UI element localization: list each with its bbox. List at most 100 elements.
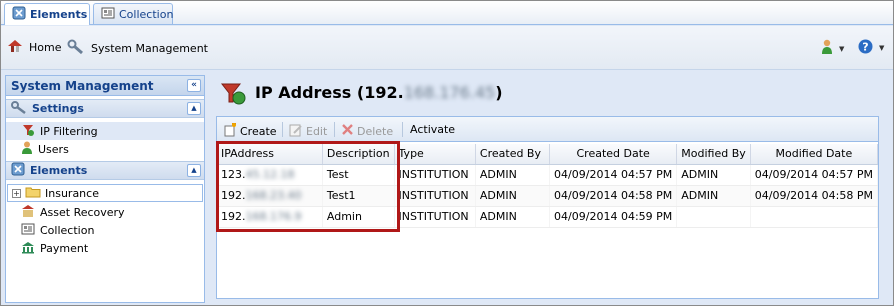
description-cell: Admin [322,206,395,228]
settings-section-title: Settings [32,102,84,115]
created-date-cell: 04/09/2014 04:59 PM [549,206,678,228]
tree-item-label: Payment [40,241,89,255]
payment-icon [21,240,35,257]
sidebar-item-users[interactable]: Users [6,140,204,158]
created-by-cell: ADMIN [475,206,551,228]
tab-elements-label: Elements [30,8,88,21]
tree-item-label: Collection [40,223,95,237]
svg-text:?: ? [862,41,868,54]
delete-label: Delete [357,124,394,138]
elements-icon [12,6,26,23]
home-label: Home [29,41,62,54]
sidebar-item-label: IP Filtering [40,124,98,138]
user-icon [21,141,33,158]
home-icon [7,39,23,56]
expand-icon[interactable]: + [12,188,21,198]
collapse-section-icon[interactable]: ▲ [187,164,201,177]
description-cell: Test [322,164,395,186]
delete-icon [341,123,354,139]
toolbar-separator [334,122,335,137]
edit-button[interactable]: Edit [289,123,327,140]
activate-button[interactable]: Activate [410,123,455,136]
table-row[interactable]: 192.168.23.40 Test1 INSTITUTION ADMIN 04… [217,185,879,207]
help-menu[interactable]: ? ▼ [858,39,884,57]
ip-prefix: 123. [221,168,246,181]
ip-address-table: IPAddress Description Type Created By Cr… [217,144,879,228]
collection-icon [101,6,115,23]
tab-elements[interactable]: Elements [4,3,90,25]
ip-filter-icon [21,123,35,140]
created-by-cell: ADMIN [475,185,551,207]
tree-item-label: Insurance [45,186,99,200]
ip-masked: 45.12.18 [245,168,295,181]
column-header-description[interactable]: Description [322,144,395,165]
modified-by-cell [676,206,751,228]
create-button[interactable]: Create [223,122,277,140]
created-date-cell: 04/09/2014 04:58 PM [549,185,678,207]
table-row[interactable]: 192.168.176.9 Admin INSTITUTION ADMIN 04… [217,206,879,228]
asset-recovery-icon [21,204,35,221]
tools-icon [11,100,27,117]
tab-collection-label: Collection [119,7,174,21]
panel-header: System Management « [6,76,204,96]
created-by-cell: ADMIN [475,164,551,186]
left-navigation-panel: System Management « Settings ▲ IP Filter… [5,75,205,303]
column-header-modified-date[interactable]: Modified Date [750,144,879,165]
collapse-section-icon[interactable]: ▲ [187,102,201,115]
system-management-button[interactable]: System Management [67,39,208,58]
table-row[interactable]: 123.45.12.18 Test INSTITUTION ADMIN 04/0… [217,164,879,186]
tree-item-label: Asset Recovery [40,205,125,219]
chevron-down-icon: ▼ [839,44,845,53]
tree-item-insurance[interactable]: + Insurance [7,184,203,202]
home-button[interactable]: Home [7,39,61,56]
type-cell: INSTITUTION [394,206,476,228]
help-icon: ? [858,39,873,57]
type-cell: INSTITUTION [394,164,476,186]
system-management-label: System Management [91,42,208,55]
page-title-prefix: IP Address (192. [255,83,404,102]
type-cell: INSTITUTION [394,185,476,207]
user-menu[interactable]: ▼ [821,39,844,58]
column-header-type[interactable]: Type [394,144,476,165]
delete-button[interactable]: Delete [341,123,393,139]
top-tab-strip: Elements Collection [1,1,893,25]
elements-icon [11,162,25,179]
app-window: Elements Collection Home System Manageme… [0,0,894,306]
collection-icon [21,222,35,239]
ip-prefix: 192. [221,189,246,202]
modified-date-cell: 04/09/2014 04:57 PM [750,164,879,186]
column-header-created-date[interactable]: Created Date [549,144,678,165]
tree-item-payment[interactable]: Payment [6,239,204,257]
ip-address-grid-panel: Create Edit Delete Activate IPAddress De… [216,116,879,299]
page-title: IP Address (192. 168.176.45 ) [255,83,503,102]
ip-address-cell: 192.168.176.9 [217,206,323,228]
chevron-down-icon: ▼ [879,44,885,52]
activate-label: Activate [410,123,456,136]
edit-icon [289,123,303,140]
page-title-masked-ip: 168.176.45 [403,83,496,102]
toolbar-separator [282,122,283,137]
column-header-created-by[interactable]: Created By [475,144,551,165]
column-header-modified-by[interactable]: Modified By [676,144,751,165]
elements-section-header[interactable]: Elements ▲ [6,161,204,180]
folder-icon [25,186,41,201]
tree-item-collection[interactable]: Collection [6,221,204,239]
sidebar-item-ip-filtering[interactable]: IP Filtering [6,122,204,140]
column-header-ipaddress[interactable]: IPAddress [217,144,323,165]
collapse-panel-icon[interactable]: « [187,79,201,92]
create-icon [223,122,237,140]
modified-date-cell: 04/09/2014 04:58 PM [750,185,879,207]
tree-item-asset-recovery[interactable]: Asset Recovery [6,203,204,221]
description-cell: Test1 [322,185,395,207]
create-label: Create [240,125,277,138]
table-header-row: IPAddress Description Type Created By Cr… [217,144,879,165]
edit-label: Edit [306,125,328,138]
modified-by-cell: ADMIN [676,185,751,207]
user-icon [821,39,833,58]
created-date-cell: 04/09/2014 04:57 PM [549,164,678,186]
panel-title: System Management [11,79,154,93]
tab-collection[interactable]: Collection [93,3,173,24]
page-title-suffix: ) [495,83,503,102]
settings-section-header[interactable]: Settings ▲ [6,99,204,118]
sidebar-item-label: Users [38,142,69,156]
